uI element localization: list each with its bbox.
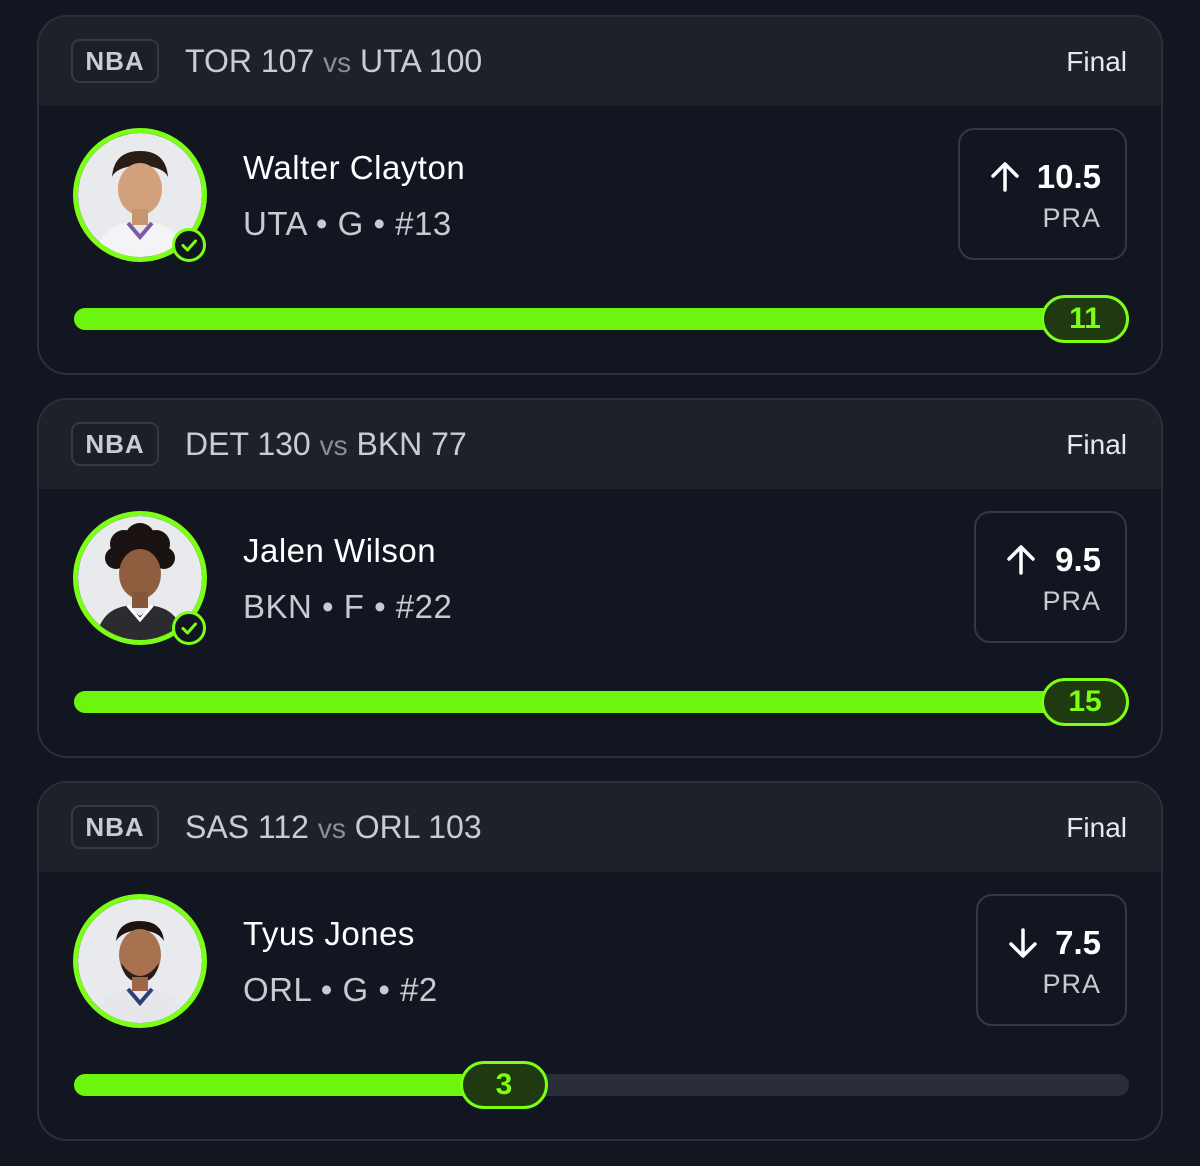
arrow-down-icon [1009, 928, 1037, 958]
matchup: TOR 107 vs UTA 100 [185, 42, 482, 82]
player-name[interactable]: Jalen Wilson [243, 532, 436, 570]
player-avatar[interactable] [73, 511, 207, 645]
progress-track: 3 [74, 1061, 1129, 1109]
score-home: 77 [431, 426, 467, 462]
matchup: SAS 112 vs ORL 103 [185, 808, 482, 848]
progress-fill [74, 691, 1085, 713]
result-pill: 3 [460, 1061, 548, 1109]
projection-box: 10.5 PRA [958, 128, 1127, 260]
matchup: DET 130 vs BKN 77 [185, 425, 467, 465]
score-home: 100 [428, 43, 483, 79]
game-header: NBA TOR 107 vs UTA 100 Final [39, 17, 1161, 106]
game-status: Final [1066, 812, 1127, 843]
line-value: 7.5 [1055, 924, 1101, 961]
arrow-up-icon [991, 162, 1019, 192]
pick-card[interactable]: NBA TOR 107 vs UTA 100 Final Walter Clay… [37, 15, 1163, 375]
score-away: 130 [257, 426, 311, 462]
game-header: NBA SAS 112 vs ORL 103 Final [39, 783, 1161, 872]
arrow-up-icon [1007, 545, 1035, 575]
player-avatar[interactable] [73, 894, 207, 1028]
progress-track: 15 [74, 678, 1129, 726]
pick-card[interactable]: NBA DET 130 vs BKN 77 Final Jalen Wilson… [37, 398, 1163, 758]
game-status: Final [1066, 46, 1127, 77]
vs-label: vs [319, 430, 348, 461]
vs-label: vs [317, 813, 346, 844]
progress-track: 11 [74, 295, 1129, 343]
team-away: TOR [185, 43, 252, 79]
league-badge: NBA [71, 805, 159, 849]
projection-box: 7.5 PRA [976, 894, 1127, 1026]
projection-box: 9.5 PRA [974, 511, 1127, 643]
team-home: BKN [356, 426, 423, 462]
pick-card[interactable]: NBA SAS 112 vs ORL 103 Final Tyus Jones [37, 781, 1163, 1141]
player-meta: BKN • F • #22 [243, 588, 453, 625]
league-badge: NBA [71, 422, 159, 466]
line-stat-label: PRA [1042, 203, 1101, 233]
line-value: 10.5 [1036, 158, 1101, 195]
team-away: DET [185, 426, 249, 462]
pick-card-list: NBA TOR 107 vs UTA 100 Final Walter Clay… [37, 15, 1163, 1164]
team-home: ORL [354, 809, 420, 845]
verified-check-icon [172, 611, 206, 645]
score-home: 103 [428, 809, 482, 845]
score-away: 107 [260, 43, 315, 79]
line-value: 9.5 [1055, 541, 1101, 578]
player-name[interactable]: Walter Clayton [243, 149, 465, 187]
vs-label: vs [323, 47, 352, 78]
player-meta: UTA • G • #13 [243, 205, 452, 242]
player-headshot-icon [78, 899, 202, 1023]
result-pill: 11 [1041, 295, 1129, 343]
progress-fill [74, 1074, 504, 1096]
game-header: NBA DET 130 vs BKN 77 Final [39, 400, 1161, 489]
result-pill: 15 [1041, 678, 1129, 726]
game-status: Final [1066, 429, 1127, 460]
score-away: 112 [257, 809, 309, 845]
league-badge: NBA [71, 39, 159, 83]
verified-check-icon [172, 228, 206, 262]
team-away: SAS [185, 809, 250, 845]
progress-fill [74, 308, 1085, 330]
player-meta: ORL • G • #2 [243, 971, 438, 1008]
line-stat-label: PRA [1042, 586, 1101, 616]
line-stat-label: PRA [1042, 969, 1101, 999]
player-avatar[interactable] [73, 128, 207, 262]
team-home: UTA [360, 43, 420, 79]
player-name[interactable]: Tyus Jones [243, 915, 415, 953]
